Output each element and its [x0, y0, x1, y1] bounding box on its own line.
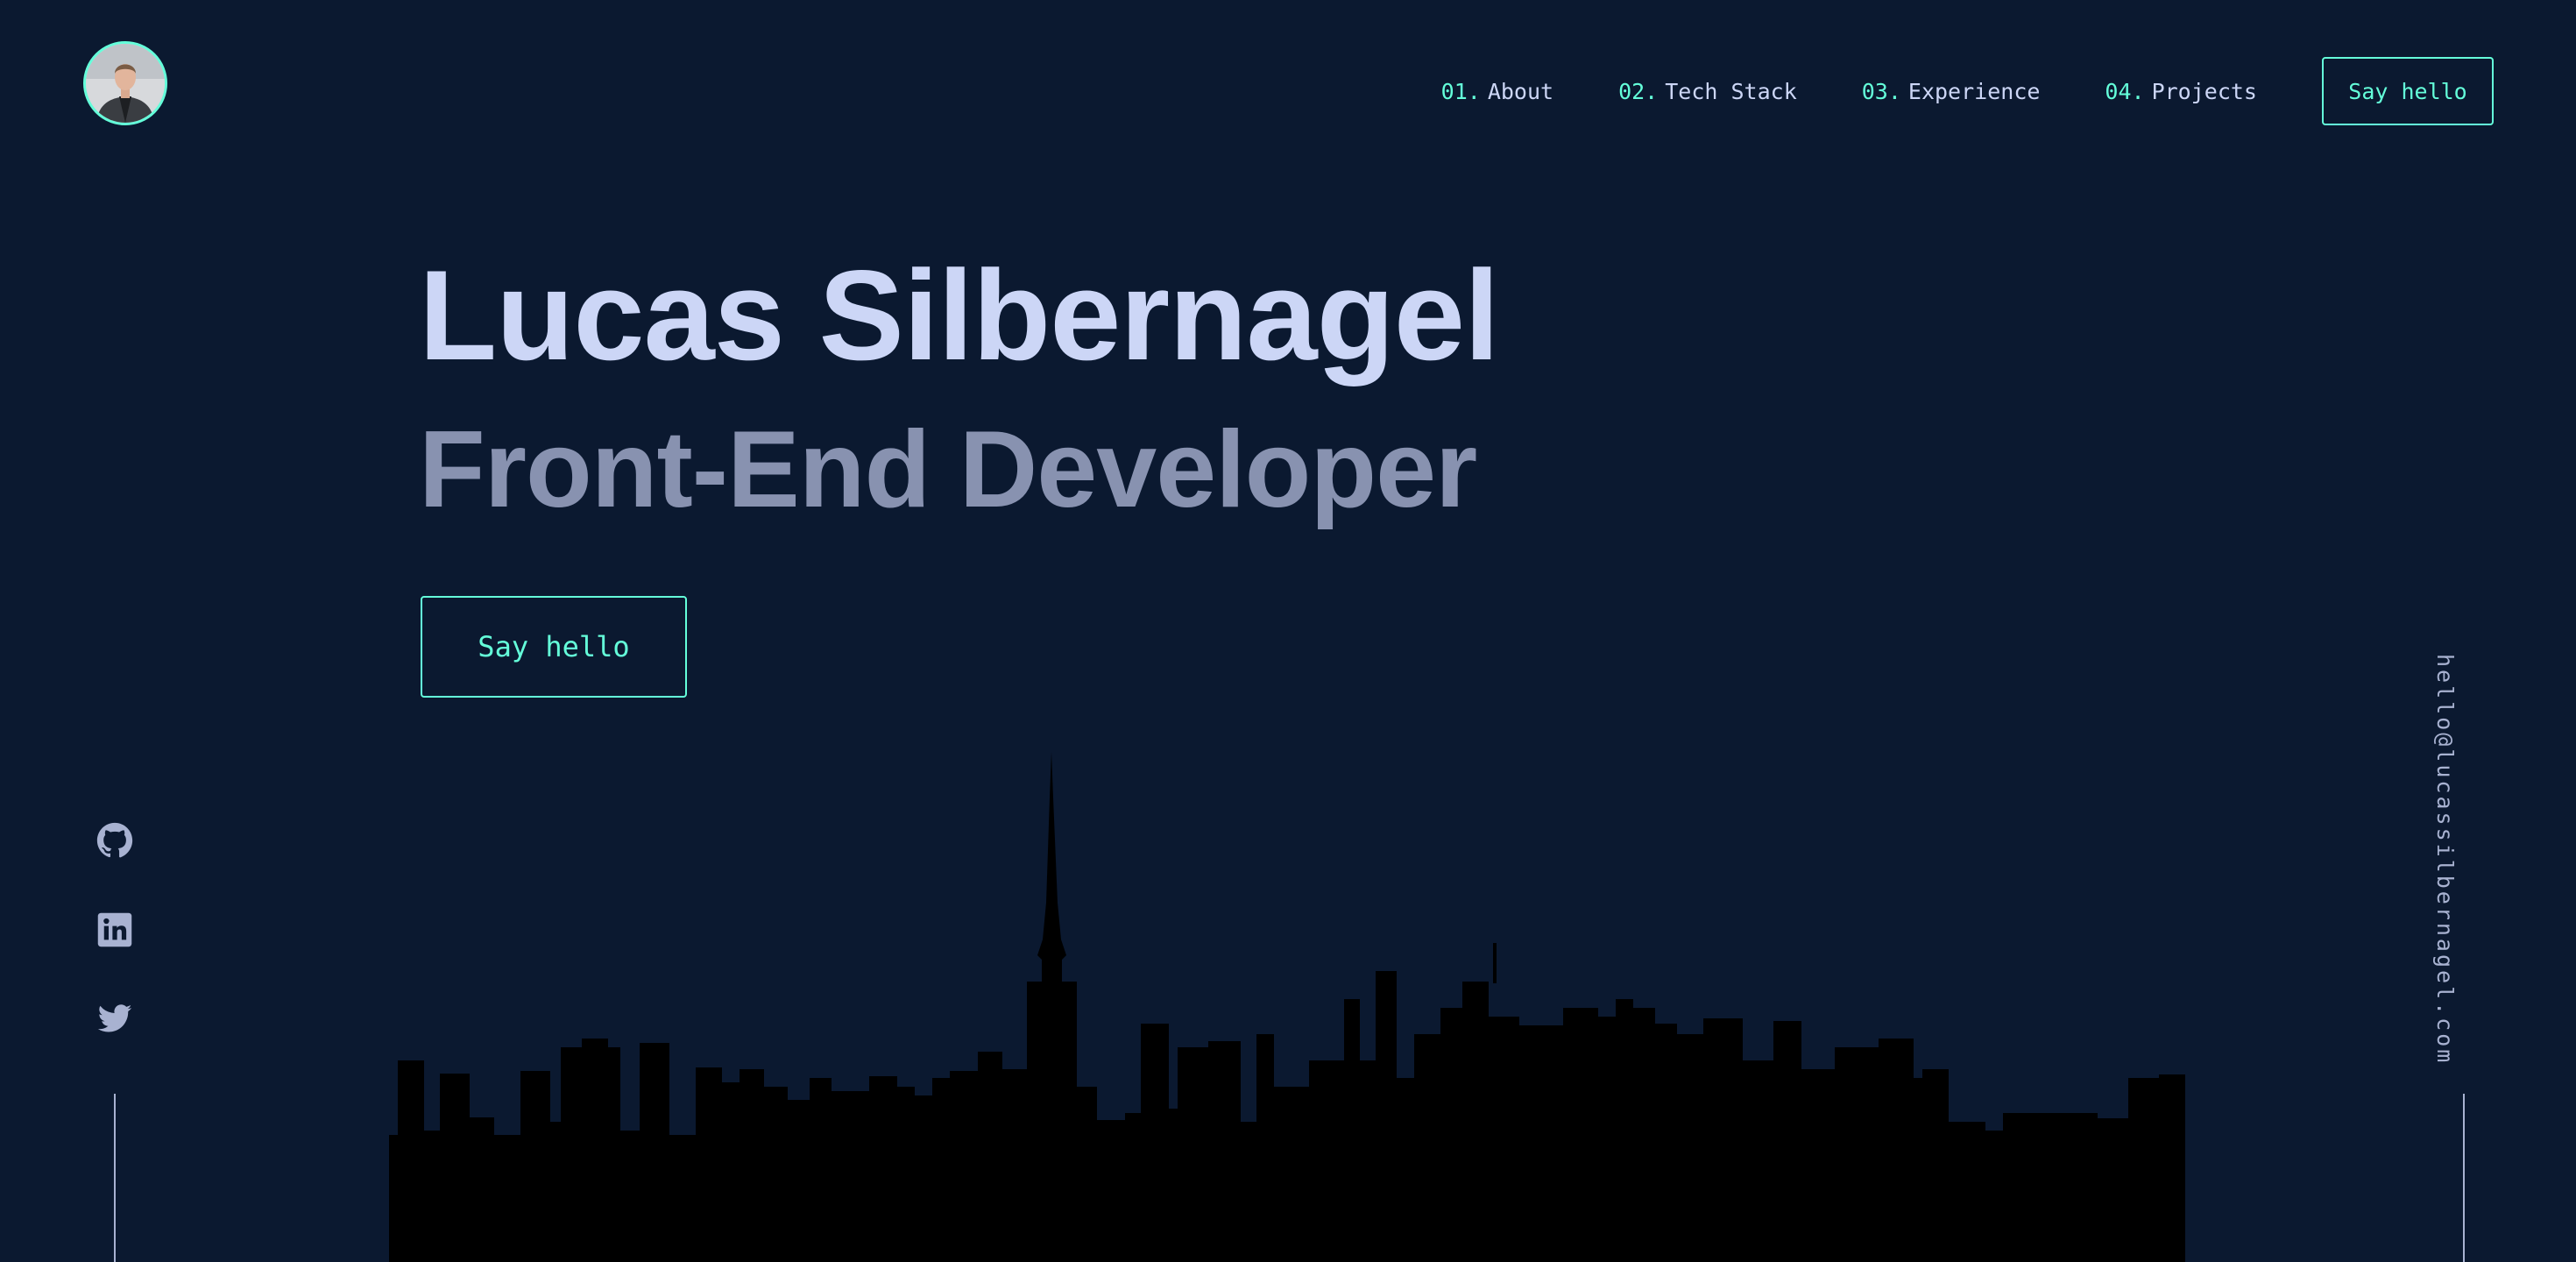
github-icon[interactable] [96, 822, 133, 859]
linkedin-icon[interactable] [96, 911, 133, 948]
nav-item-tech-stack[interactable]: 02. Tech Stack [1618, 79, 1797, 104]
nav-item-about[interactable]: 01. About [1441, 79, 1553, 104]
nav-label: About [1487, 78, 1554, 104]
avatar[interactable] [83, 41, 167, 125]
city-skyline [389, 745, 2185, 1262]
skyline-silhouette [389, 752, 2185, 1262]
nav-number: 03. [1861, 78, 1901, 104]
nav-label: Tech Stack [1665, 78, 1797, 104]
left-vertical-line [114, 1094, 116, 1262]
right-vertical-line [2463, 1094, 2465, 1262]
hero-role: Front-End Developer [419, 409, 1477, 530]
email-link[interactable]: hello@lucassilbernagel.com [2432, 654, 2458, 1065]
nav-item-projects[interactable]: 04. Projects [2105, 79, 2257, 104]
nav-label: Experience [1907, 78, 2041, 104]
nav-number: 04. [2105, 78, 2145, 104]
avatar-portrait [86, 44, 165, 123]
nav-item-experience[interactable]: 03. Experience [1862, 79, 2041, 104]
twitter-icon[interactable] [96, 1001, 133, 1038]
nav-number: 01. [1440, 78, 1481, 104]
main-nav: 01. About 02. Tech Stack 03. Experience 04.… [1441, 56, 2494, 126]
say-hello-nav-button[interactable]: Say hello [2322, 57, 2494, 125]
social-links [96, 822, 133, 1038]
say-hello-hero-button[interactable]: Say hello [421, 596, 687, 698]
nav-label: Projects [2151, 78, 2257, 104]
hero-name: Lucas Silbernagel [419, 244, 1500, 386]
nav-number: 02. [1618, 78, 1659, 104]
